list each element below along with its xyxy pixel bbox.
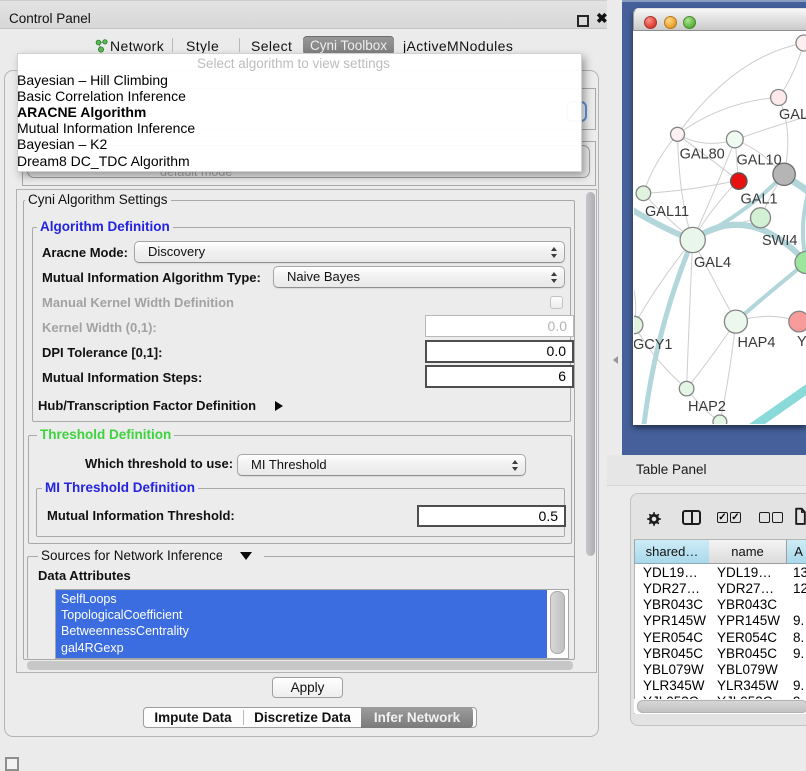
svg-text:GCY1: GCY1	[634, 337, 673, 353]
svg-text:GAL7: GAL7	[779, 107, 806, 123]
svg-text:SWI4: SWI4	[762, 233, 797, 249]
svg-text:GAL1: GAL1	[741, 192, 778, 208]
svg-text:HAP2: HAP2	[688, 399, 726, 415]
svg-text:Y: Y	[797, 334, 806, 350]
svg-text:GAL10: GAL10	[737, 153, 782, 169]
svg-text:GAL80: GAL80	[680, 147, 725, 163]
svg-text:GAL11: GAL11	[645, 204, 689, 220]
svg-text:GAL4: GAL4	[694, 255, 731, 271]
svg-text:HAP4: HAP4	[738, 335, 776, 351]
